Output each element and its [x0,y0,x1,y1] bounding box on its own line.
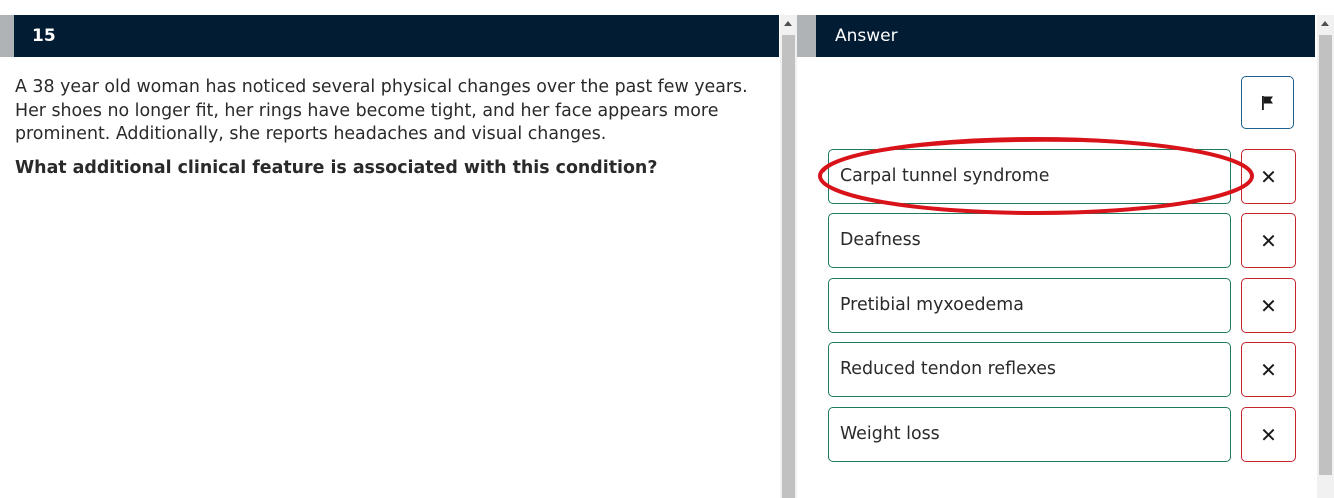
answer-panel: Answer Carpal tunnel syndrome ✕ Deafness… [797,15,1317,498]
answer-option-label: Reduced tendon reflexes [840,359,1056,379]
answer-option-label: Pretibial myxoedema [840,295,1024,315]
answer-option[interactable]: Weight loss [828,407,1231,462]
close-icon: ✕ [1260,228,1277,253]
scrollbar-thumb[interactable] [1319,35,1332,475]
strike-option-button[interactable]: ✕ [1241,149,1296,204]
answer-option-label: Deafness [840,230,921,250]
flag-button[interactable] [1241,76,1294,129]
answer-option[interactable]: Reduced tendon reflexes [828,342,1231,397]
question-prompt: What additional clinical feature is asso… [15,158,658,178]
strike-option-button[interactable]: ✕ [1241,278,1296,333]
answer-option[interactable]: Carpal tunnel syndrome [828,149,1231,204]
answer-header-grip [797,15,816,57]
question-panel: 15 A 38 year old woman has noticed sever… [0,0,780,498]
answer-header: Answer [797,15,1315,57]
answer-title: Answer [835,26,898,46]
question-number: 15 [32,26,56,46]
question-header-grip [0,15,14,57]
answer-option-label: Weight loss [840,424,940,444]
scroll-up-arrow-icon[interactable] [1321,21,1329,26]
strike-option-button[interactable]: ✕ [1241,213,1296,268]
question-scrollbar[interactable] [780,15,797,498]
close-icon: ✕ [1260,164,1277,189]
close-icon: ✕ [1260,422,1277,447]
scroll-up-arrow-icon[interactable] [784,21,792,26]
close-icon: ✕ [1260,293,1277,318]
answer-scrollbar[interactable] [1317,15,1334,498]
flag-icon [1261,95,1273,110]
strike-option-button[interactable]: ✕ [1241,342,1296,397]
answer-option[interactable]: Pretibial myxoedema [828,278,1231,333]
close-icon: ✕ [1260,357,1277,382]
question-stem: A 38 year old woman has noticed several … [15,77,748,144]
strike-option-button[interactable]: ✕ [1241,407,1296,462]
scrollbar-thumb[interactable] [782,35,795,498]
question-header: 15 [0,15,779,57]
answer-option[interactable]: Deafness [828,213,1231,268]
answer-option-label: Carpal tunnel syndrome [840,166,1050,186]
